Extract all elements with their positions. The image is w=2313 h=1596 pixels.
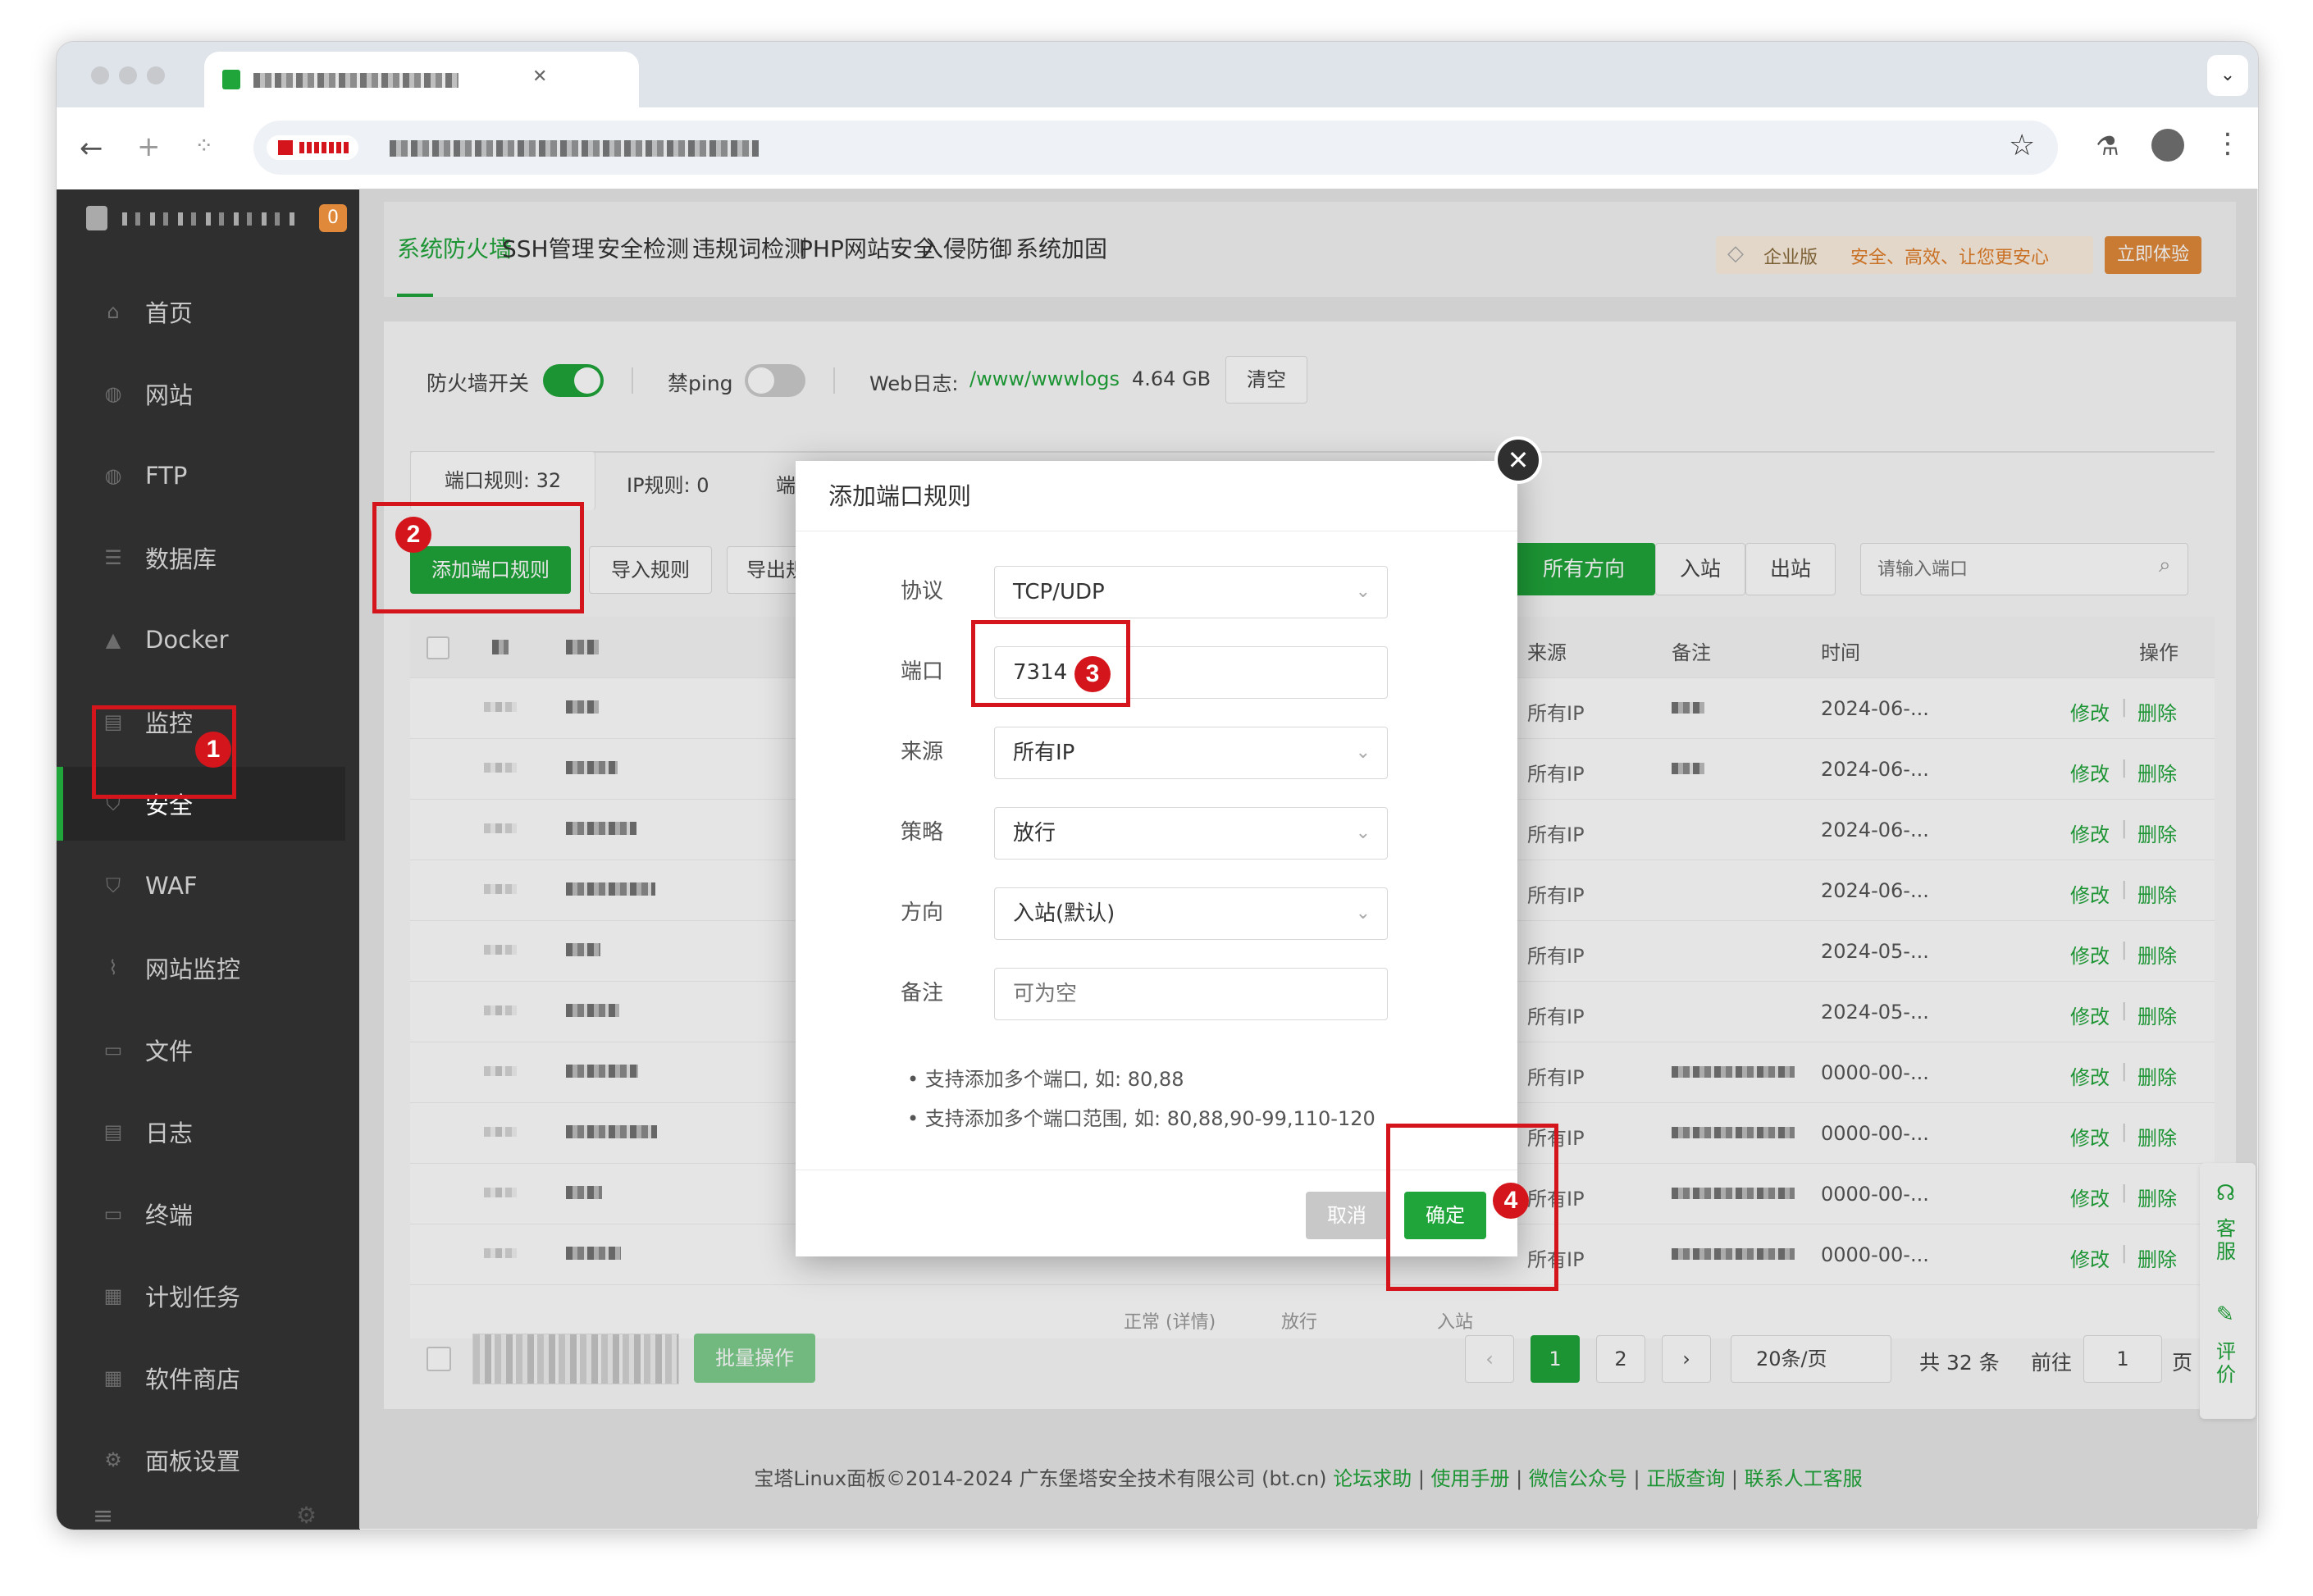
chevron-down-icon: ⌄ [1355,581,1371,602]
remark-input[interactable] [994,968,1388,1020]
url-text-redacted [390,140,759,157]
sidebar-item-label: 面板设置 [145,1448,241,1475]
forward-icon[interactable]: + [137,130,161,163]
favicon-icon [222,70,240,89]
sidebar-item-label: 网站监控 [145,955,241,983]
menu-kebab-icon[interactable]: ⋮ [2214,127,2242,160]
sidebar-item-13[interactable]: ▦ 软件商店 [57,1341,345,1415]
sidebar-item-10[interactable]: ▤ 日志 [57,1095,345,1169]
source-value: 所有IP [1013,741,1075,765]
sidebar-item-label: WAF [145,872,198,900]
direction-value: 入站(默认) [1013,901,1115,926]
calendar-icon: ▦ [103,1284,123,1307]
sidebar-item-label: FTP [145,462,188,490]
apps-icon[interactable]: ⁘ [194,132,213,159]
home-icon: ⌂ [107,300,120,323]
globe-icon: ◍ [104,382,122,405]
dialog-title: 添加端口规则 [796,461,1517,531]
chevron-down-icon: ⌄ [1355,742,1371,763]
sidebar-item-14[interactable]: ⚙ 面板设置 [57,1423,345,1497]
port-label: 端口 [900,659,943,684]
settings-gear-icon[interactable]: ⚙ [296,1502,317,1529]
url-field[interactable]: ☆ [253,121,2058,175]
policy-select[interactable]: 放行 ⌄ [994,807,1388,860]
source-label: 来源 [900,740,943,764]
window-minimize-dot[interactable] [119,66,137,84]
not-secure-icon [278,140,293,155]
log-icon: ▤ [103,1120,123,1143]
direction-label: 方向 [900,901,943,925]
window-zoom-dot[interactable] [147,66,165,84]
protocol-label: 协议 [900,579,943,604]
sidebar-item-9[interactable]: ▭ 文件 [57,1013,345,1087]
policy-label: 策略 [900,820,943,845]
gear-icon: ⚙ [104,1448,122,1471]
sidebar-item-1[interactable]: ◍ 网站 [57,357,345,431]
server-name-redacted [122,212,303,226]
hint-bullet-1: • 支持添加多个端口, 如: 80,88 [907,1068,1184,1091]
sidebar-item-label: 退出 [145,1525,193,1530]
protocol-select[interactable]: TCP/UDP ⌄ [994,566,1388,618]
annotation-badge-2: 2 [395,517,431,553]
notification-badge[interactable]: 0 [319,204,347,232]
sidebar-item-label: 终端 [145,1202,194,1229]
waf-icon: ⛉ [106,874,121,897]
cancel-button[interactable]: 取消 [1306,1192,1388,1239]
sidebar-item-label: 首页 [145,299,194,327]
labs-flask-icon[interactable]: ⚗ [2096,130,2119,162]
chevron-down-icon: ⌄ [1355,903,1371,923]
database-icon: ☰ [104,546,122,569]
profile-avatar-icon[interactable] [2151,129,2184,162]
tab-close-icon[interactable]: ✕ [532,66,547,87]
sidebar-item-4[interactable]: ▲ Docker [57,603,345,677]
policy-value: 放行 [1013,821,1056,846]
bookmark-star-icon[interactable]: ☆ [2009,129,2035,162]
annotation-badge-4: 4 [1493,1183,1529,1219]
sidebar-item-label: 软件商店 [145,1366,241,1393]
not-secure-text-redacted [299,142,349,153]
tab-strip: ✕ ⌄ [57,42,2258,107]
sidebar-item-label: 网站 [145,381,194,409]
close-icon[interactable]: ✕ [1494,436,1542,484]
back-arrow-icon[interactable]: ← [80,132,103,165]
tab-search-chevron-icon[interactable]: ⌄ [2207,55,2248,96]
window-close-dot[interactable] [91,66,109,84]
terminal-icon: ▭ [103,1202,123,1225]
source-select[interactable]: 所有IP ⌄ [994,727,1388,779]
chevron-down-icon: ⌄ [1355,823,1371,843]
sidebar-item-8[interactable]: ⌇ 网站监控 [57,931,345,1005]
sidebar-item-label: 日志 [145,1119,194,1147]
sidebar-item-0[interactable]: ⌂ 首页 [57,275,345,349]
sidebar-item-12[interactable]: ▦ 计划任务 [57,1259,345,1333]
browser-tab[interactable]: ✕ [204,52,639,107]
sidebar-item-label: 文件 [145,1037,194,1065]
sidebar-item-label: 数据库 [145,545,217,573]
annotation-badge-3: 3 [1074,656,1111,692]
direction-select[interactable]: 入站(默认) ⌄ [994,887,1388,940]
remark-label: 备注 [900,981,943,1005]
ftp-icon: ◍ [104,464,122,487]
sidebar: 0 ⌂ 首页 ◍ 网站 ◍ FTP ☰ 数据库 ▲ Docker ▤ 监控 ⛉ 安全 ⛉ WAF ⌇ 网站监控 ▭ 文… [57,189,360,1530]
docker-icon: ▲ [105,628,121,651]
sidebar-item-3[interactable]: ☰ 数据库 [57,521,345,595]
grid-icon: ▦ [103,1366,123,1389]
annotation-badge-1: 1 [195,732,231,768]
protocol-value: TCP/UDP [1013,580,1105,604]
hint-port-range: 支持添加多个端口范围, 如: 80,88,90-99,110-120 [924,1107,1375,1130]
sidebar-item-2[interactable]: ◍ FTP [57,439,345,513]
sidebar-item-7[interactable]: ⛉ WAF [57,849,345,923]
annotation-box-4 [1386,1124,1558,1291]
tab-title-redacted [253,73,458,88]
hint-multi-port: 支持添加多个端口, 如: 80,88 [924,1068,1184,1091]
collapse-menu-icon[interactable]: ≡ [93,1502,113,1530]
sidebar-item-11[interactable]: ▭ 终端 [57,1177,345,1251]
sidebar-item-label: Docker [145,626,229,654]
sidebar-item-label: 计划任务 [145,1284,241,1311]
folder-icon: ▭ [103,1038,123,1061]
security-chip[interactable] [267,135,358,160]
hint-bullet-2: • 支持添加多个端口范围, 如: 80,88,90-99,110-120 [907,1107,1375,1130]
chart-icon: ⌇ [108,956,118,979]
logo-icon [86,206,107,230]
